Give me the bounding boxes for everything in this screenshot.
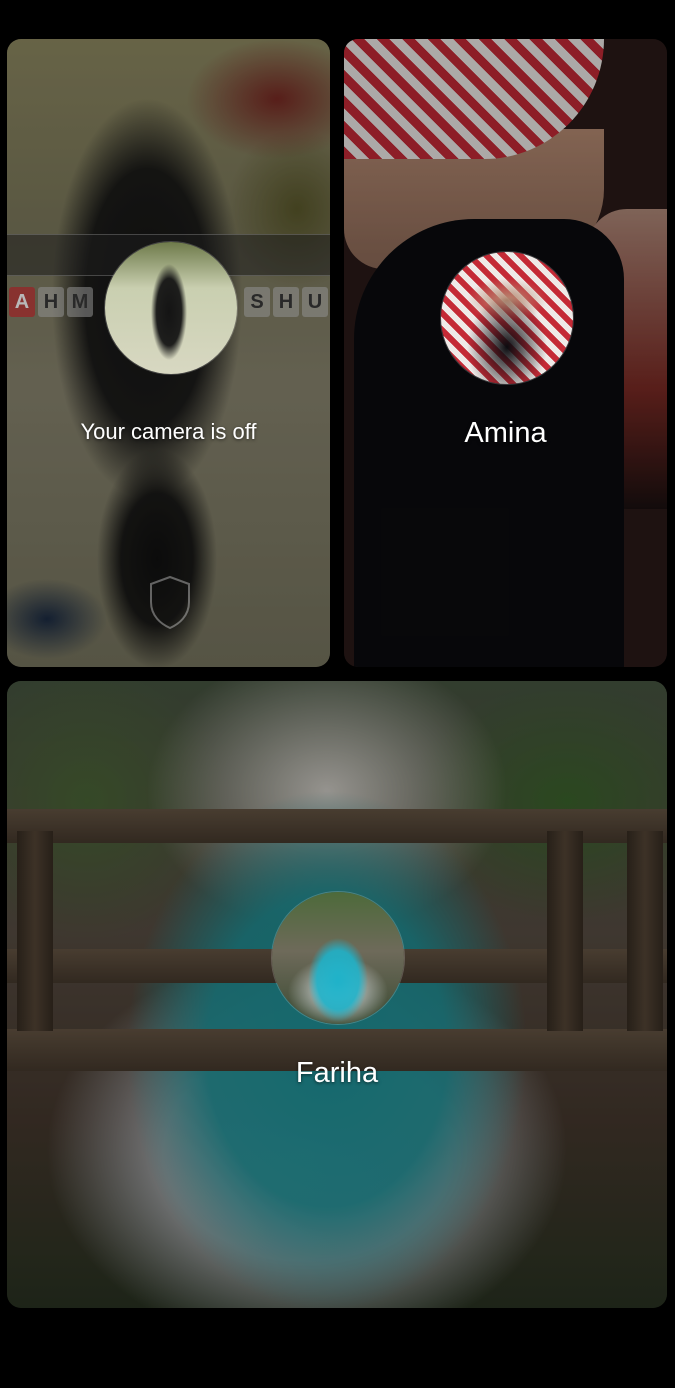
self-avatar xyxy=(104,241,238,375)
amina-avatar xyxy=(440,251,574,385)
shield-icon xyxy=(150,575,190,630)
participant-tile-amina[interactable]: Amina xyxy=(344,39,667,667)
participant-name-fariha: Fariha xyxy=(295,1057,379,1089)
participant-tile-fariha[interactable]: Fariha xyxy=(7,681,667,1308)
self-video-tile[interactable]: A H M S H U Your camera is off xyxy=(7,39,330,667)
fariha-avatar xyxy=(271,891,405,1025)
participant-name-amina: Amina xyxy=(464,417,547,449)
camera-off-label: Your camera is off xyxy=(80,419,257,444)
